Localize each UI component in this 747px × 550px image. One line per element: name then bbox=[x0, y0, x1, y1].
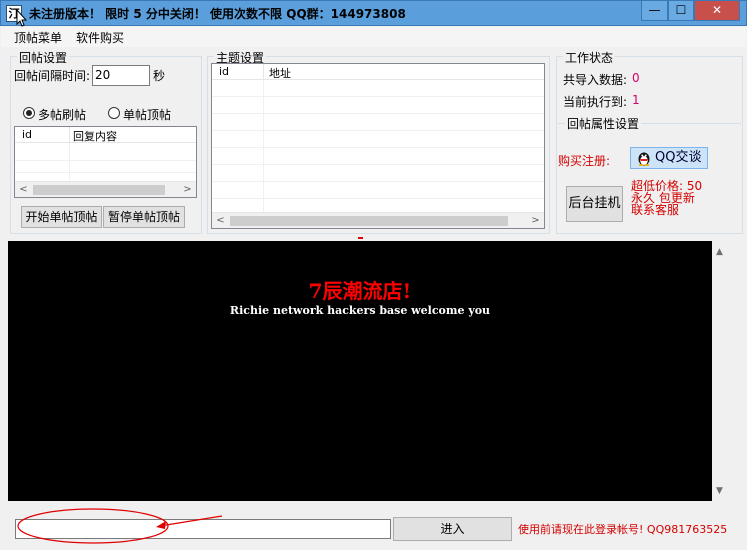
title-bar[interactable]: 汀 未注册版本！ 限时 5 分中关闭！ 使用次数不限 QQ群：144973808… bbox=[0, 0, 747, 27]
topic-list-hscroll[interactable]: < > bbox=[212, 212, 544, 228]
reply-list-hscroll[interactable]: < > bbox=[15, 181, 196, 197]
topic-address-list[interactable]: id 地址 < > bbox=[211, 63, 545, 229]
window-title: 未注册版本！ 限时 5 分中关闭！ 使用次数不限 QQ群：144973808 bbox=[29, 7, 406, 21]
work-status-label: 工作状态 bbox=[563, 49, 616, 66]
enter-button[interactable]: 进入 bbox=[393, 517, 512, 541]
scroll-thumb[interactable] bbox=[230, 216, 508, 226]
menu-bar: 顶帖菜单 软件购买 bbox=[1, 27, 746, 47]
scroll-right-icon[interactable]: > bbox=[179, 182, 196, 197]
topic-col-id[interactable]: id bbox=[219, 65, 229, 78]
console-title: 7辰潮流店! bbox=[308, 279, 412, 303]
background-run-button[interactable]: 后台挂机 bbox=[566, 186, 623, 222]
radio-multi-post-label[interactable]: 多帖刷帖 bbox=[38, 106, 86, 123]
interval-label: 回帖间隔时间: bbox=[14, 69, 91, 83]
scroll-right-icon[interactable]: > bbox=[527, 213, 544, 228]
contact-text: 联系客服 bbox=[631, 203, 680, 217]
scroll-left-icon[interactable]: < bbox=[15, 182, 32, 197]
console-panel[interactable]: 7辰潮流店! Richie network hackers base welco… bbox=[8, 241, 712, 501]
splitter-marker bbox=[358, 237, 363, 239]
close-button[interactable]: ✕ bbox=[694, 1, 740, 21]
topic-list-header: id 地址 bbox=[212, 64, 544, 80]
current-position-label: 当前执行到: bbox=[563, 95, 628, 109]
qq-chat-button[interactable]: QQ交谈 bbox=[630, 147, 708, 169]
scroll-up-icon[interactable]: ▲ bbox=[712, 245, 727, 260]
current-position-value: 1 bbox=[632, 93, 640, 107]
topic-col-address[interactable]: 地址 bbox=[269, 65, 291, 81]
maximize-button[interactable]: ☐ bbox=[668, 1, 694, 21]
reply-settings-label: 回帖设置 bbox=[17, 49, 70, 66]
reply-col-id[interactable]: id bbox=[22, 128, 32, 141]
menu-item-top-post[interactable]: 顶帖菜单 bbox=[14, 29, 62, 46]
scroll-down-icon[interactable]: ▼ bbox=[712, 484, 727, 499]
console-vscroll[interactable]: ▲ ▼ bbox=[712, 241, 727, 501]
qq-chat-label: QQ交谈 bbox=[655, 150, 702, 165]
reply-list-header: id 回复内容 bbox=[15, 127, 196, 143]
interval-unit: 秒 bbox=[153, 69, 166, 83]
interval-input[interactable]: 20 bbox=[92, 65, 150, 86]
account-input[interactable] bbox=[15, 519, 391, 539]
imported-count-value: 0 bbox=[632, 71, 640, 85]
mouse-cursor-icon bbox=[16, 9, 28, 27]
console-subtitle: Richie network hackers base welcome you bbox=[229, 304, 491, 317]
scroll-thumb[interactable] bbox=[33, 185, 165, 195]
login-notice: 使用前请现在此登录帐号! QQ981763525 bbox=[518, 523, 728, 536]
menu-item-purchase[interactable]: 软件购买 bbox=[76, 29, 124, 46]
reply-content-list[interactable]: id 回复内容 < > bbox=[14, 126, 197, 198]
reply-col-content[interactable]: 回复内容 bbox=[73, 128, 117, 144]
radio-multi-post[interactable] bbox=[23, 107, 35, 119]
reply-props-label: 回帖属性设置 bbox=[565, 115, 642, 132]
imported-count-label: 共导入数据: bbox=[563, 73, 628, 87]
pause-single-post-button[interactable]: 暂停单帖顶帖 bbox=[103, 206, 185, 228]
scroll-left-icon[interactable]: < bbox=[212, 213, 229, 228]
radio-single-post-label[interactable]: 单帖顶帖 bbox=[123, 106, 171, 123]
start-single-post-button[interactable]: 开始单帖顶帖 bbox=[21, 206, 102, 228]
qq-penguin-icon bbox=[638, 152, 650, 166]
minimize-button[interactable]: — bbox=[641, 1, 668, 21]
radio-single-post[interactable] bbox=[108, 107, 120, 119]
purchase-label: 购买注册: bbox=[558, 154, 611, 168]
